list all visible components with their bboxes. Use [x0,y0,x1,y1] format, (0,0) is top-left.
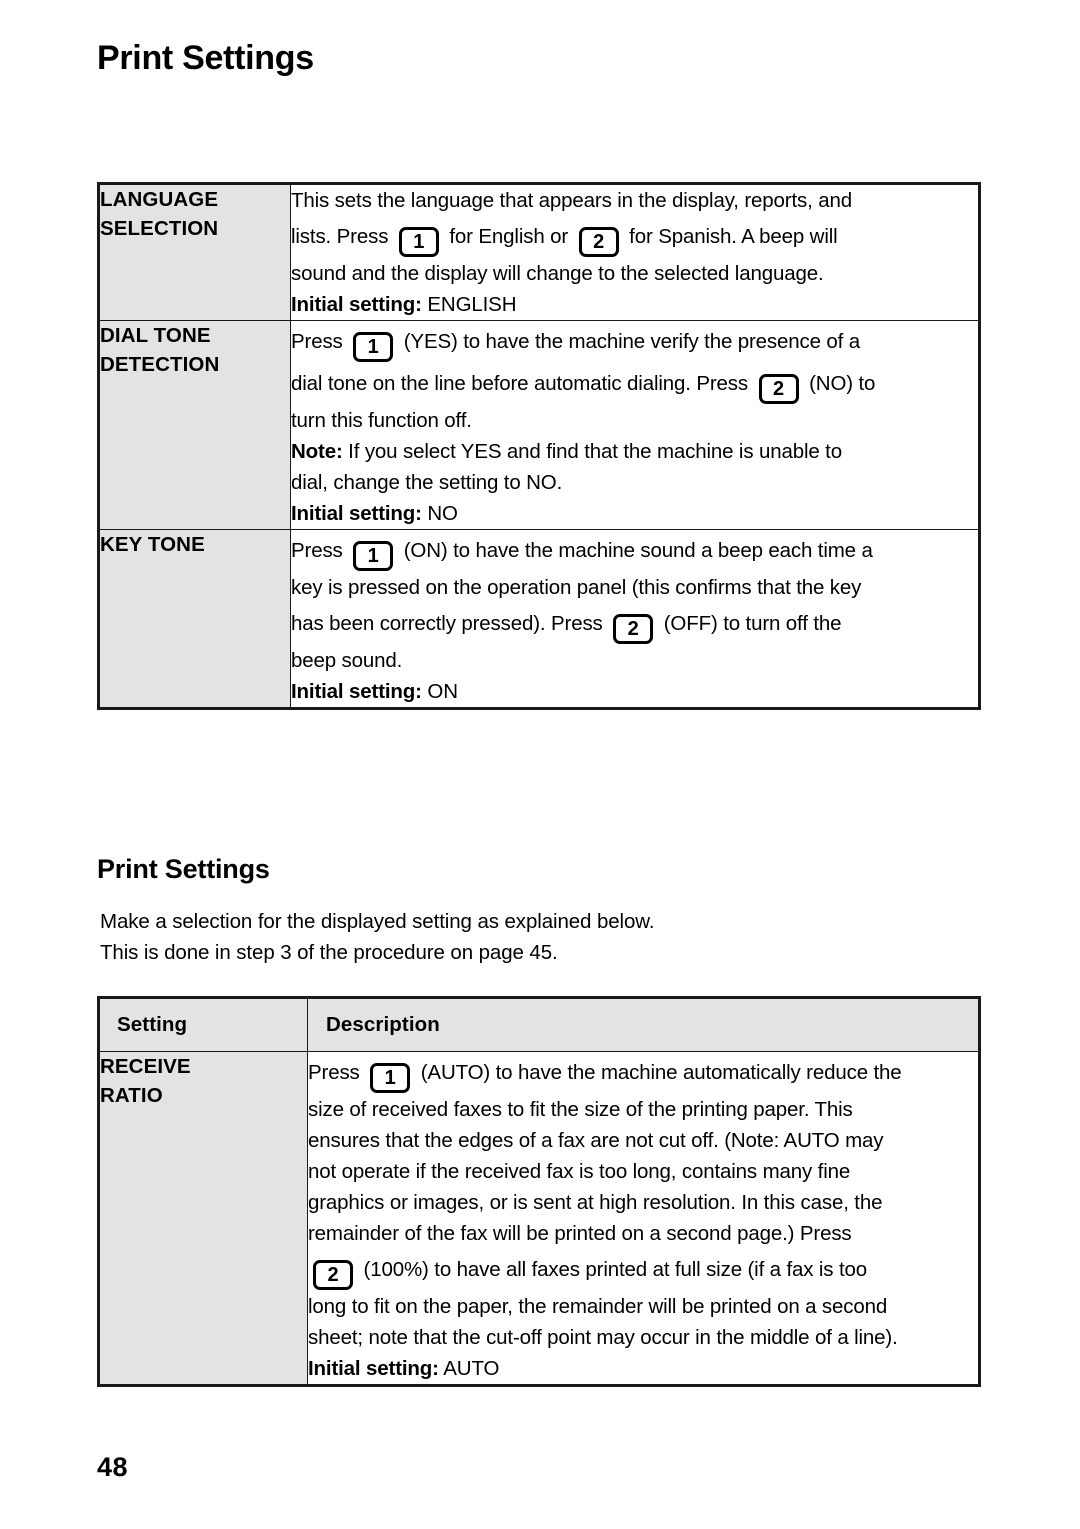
setting-name-line: DETECTION [100,353,220,376]
emphasis-text: Initial setting: [291,502,422,525]
description-line: dial, change the setting to NO. [291,471,563,494]
description-line: lists. Press 1 for English or 2 for Span… [291,216,978,258]
setting-setting-cell: LANGUAGE SELECTION [99,184,291,321]
description-line: long to fit on the paper, the remainder … [308,1295,888,1318]
description-line: has been correctly pressed). Press 2 (OF… [291,603,978,645]
description-line: remainder of the fax will be printed on … [308,1222,852,1245]
section-heading-print-settings: Print Settings [97,854,270,884]
page-title: Print Settings [97,39,314,77]
print-setting-setting-cell: RECEIVE RATIO [99,1051,308,1385]
keypad-key-2: 2 [313,1260,353,1290]
table-row: RECEIVE RATIO Press 1 (AUTO) to have the m… [99,1051,979,1385]
setting-description-cell: Press 1 (YES) to have the machine verify… [290,320,979,530]
setting-name-line: RECEIVE [100,1055,191,1078]
print-setting-description-cell: Press 1 (AUTO) to have the machine autom… [307,1051,979,1385]
settings-table: LANGUAGE SELECTION This sets the language … [97,182,981,710]
description-line: beep sound. [291,649,403,672]
emphasis-text: Note: [291,440,343,463]
column-header-setting: Setting [99,998,308,1052]
setting-description-cell: This sets the language that appears in t… [290,184,979,321]
emphasis-text: Initial setting: [308,1357,439,1380]
keypad-key-2: 2 [613,614,654,644]
column-header-description: Description [307,998,979,1052]
intro-line: This is done in step 3 of the procedure … [100,941,558,964]
keypad-key-1: 1 [370,1063,411,1093]
description-line: Initial setting: ENGLISH [291,293,517,316]
setting-name-line: KEY TONE [100,533,205,556]
settings-table-grid: LANGUAGE SELECTION This sets the language … [99,184,979,708]
intro-paragraph: Make a selection for the displayed setti… [100,906,980,968]
setting-setting-cell: KEY TONE [99,529,291,708]
settings-table-body: LANGUAGE SELECTION This sets the language … [99,184,979,708]
print-settings-table-body: Setting Description RECEIVE RATIO Press 1 (A… [99,998,979,1385]
description-line: Initial setting: NO [291,502,458,525]
intro-line: Make a selection for the displayed setti… [100,910,655,933]
table-row: KEY TONE Press 1 (ON) to have the machine… [99,529,979,708]
setting-name-line: SELECTION [100,217,219,240]
description-line: Press 1 (AUTO) to have the machine autom… [308,1052,978,1094]
page-number: 48 [97,1452,129,1482]
keypad-key-1: 1 [353,332,394,362]
setting-setting-cell: DIAL TONE DETECTION [99,320,291,530]
description-line: This sets the language that appears in t… [291,189,852,212]
description-line: sheet; note that the cut-off point may o… [308,1326,898,1349]
setting-name-line: RATIO [100,1084,163,1107]
description-line: Note: If you select YES and find that th… [291,440,842,463]
keypad-key-2: 2 [758,374,799,404]
description-line: size of received faxes to fit the size o… [308,1098,853,1121]
setting-name-line: DIAL TONE [100,324,211,347]
description-line: graphics or images, or is sent at high r… [308,1191,883,1214]
description-line: key is pressed on the operation panel (t… [291,576,862,599]
description-line: Press 1 (YES) to have the machine verify… [291,321,978,363]
table-row: LANGUAGE SELECTION This sets the language … [99,184,979,321]
description-line: Press 1 (ON) to have the machine sound a… [291,530,978,572]
description-line: sound and the display will change to the… [291,262,824,285]
description-line: dial tone on the line before automatic d… [291,363,978,405]
description-line: Initial setting: AUTO [308,1357,500,1380]
keypad-key-1: 1 [353,541,394,571]
description-line: 2 (100%) to have all faxes printed at fu… [308,1249,978,1291]
print-settings-table-grid: Setting Description RECEIVE RATIO Press 1 (A… [99,998,979,1385]
setting-name-line: LANGUAGE [100,188,219,211]
table-row: DIAL TONE DETECTION Press 1 (YES) to have … [99,320,979,530]
emphasis-text: Initial setting: [291,680,422,703]
description-line: turn this function off. [291,409,472,432]
setting-description-cell: Press 1 (ON) to have the machine sound a… [290,529,979,708]
document-page: Print Settings LANGUAGE SELECTION This set… [0,0,1080,1529]
emphasis-text: Initial setting: [291,293,422,316]
description-line: ensures that the edges of a fax are not … [308,1129,884,1152]
keypad-key-1: 1 [398,227,439,257]
description-line: Initial setting: ON [291,680,458,703]
keypad-key-2: 2 [578,227,619,257]
description-line: not operate if the received fax is too l… [308,1160,851,1183]
print-settings-table: Setting Description RECEIVE RATIO Press 1 (A… [97,996,981,1387]
table-header-row: Setting Description [99,998,979,1052]
